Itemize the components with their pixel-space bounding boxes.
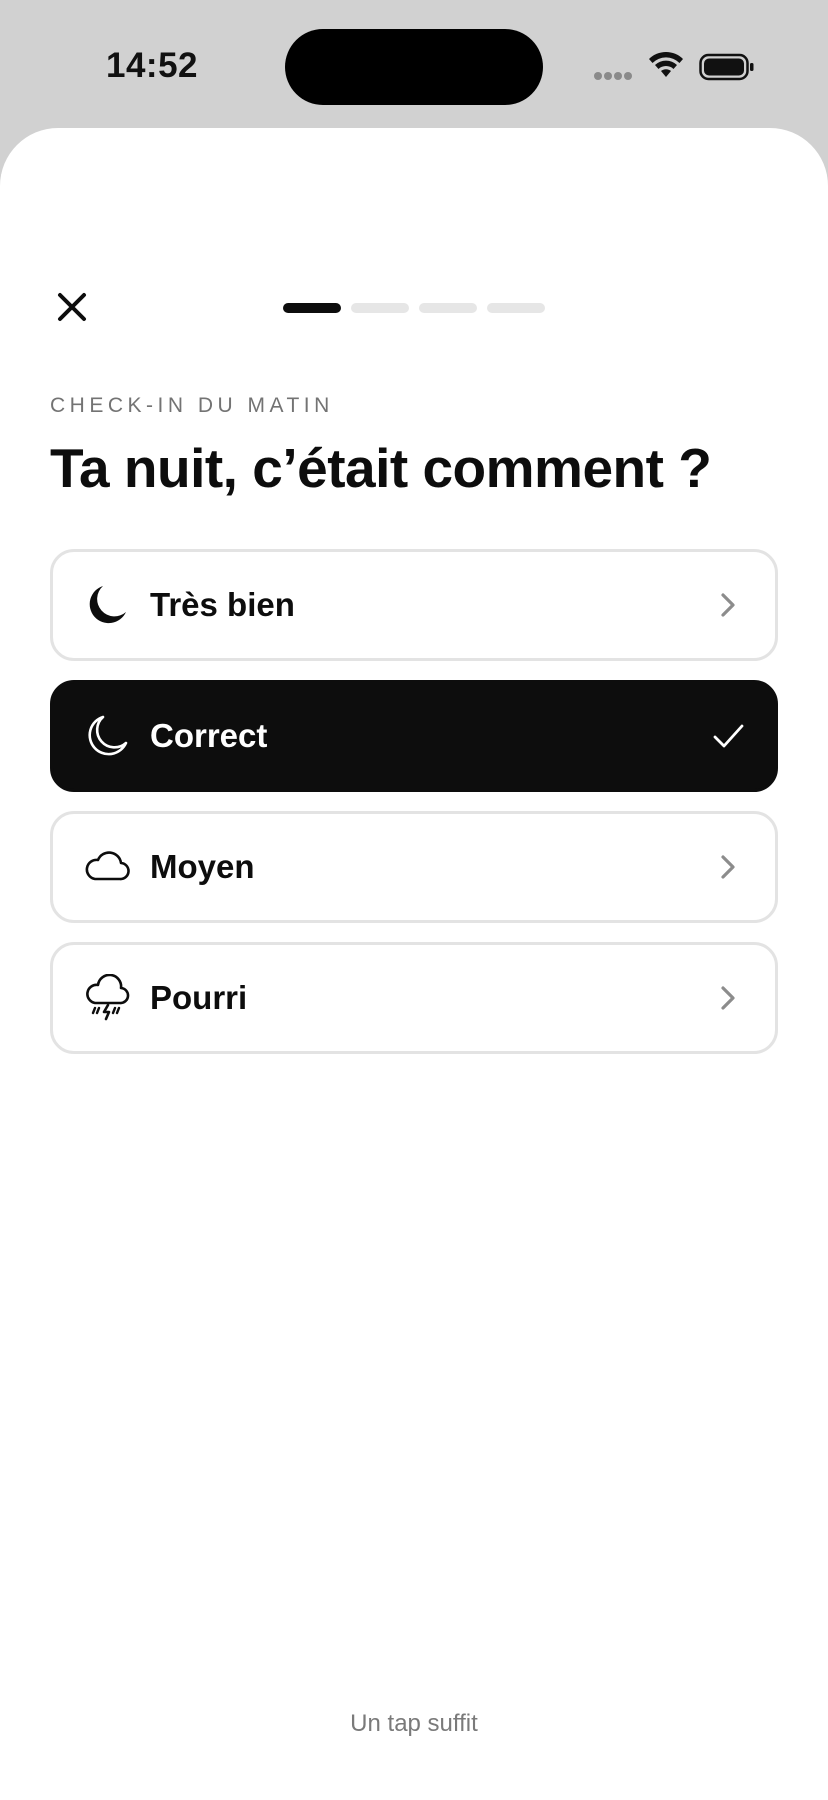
status-bar: 14:52 [0, 0, 828, 128]
close-button[interactable] [50, 285, 94, 329]
chevron-right-icon [721, 855, 735, 879]
close-icon [58, 293, 86, 321]
status-time: 14:52 [106, 46, 199, 85]
wifi-icon [649, 51, 683, 77]
cloud-storm-icon [86, 974, 130, 1021]
cloud-icon [85, 851, 130, 881]
option-correct[interactable]: Correct [50, 680, 778, 792]
option-pourri[interactable]: Pourri [50, 942, 778, 1054]
progress-step-3 [419, 303, 477, 313]
cellular-signal-icon [594, 72, 634, 82]
page-title: Ta nuit, c’était comment ? [50, 437, 712, 499]
progress-step-1 [283, 303, 341, 313]
chevron-right-icon [721, 593, 735, 617]
progress-step-4 [487, 303, 545, 313]
option-moyen[interactable]: Moyen [50, 811, 778, 923]
option-label: Correct [150, 717, 268, 754]
progress-step-2 [351, 303, 409, 313]
battery-icon [699, 53, 754, 81]
option-tres-bien[interactable]: Très bien [50, 549, 778, 661]
footer-hint: Un tap suffit [350, 1710, 478, 1737]
option-label: Pourri [150, 979, 248, 1016]
checkmark-icon [713, 724, 744, 748]
option-label: Très bien [150, 586, 295, 623]
moon-filled-icon [89, 586, 126, 624]
option-label: Moyen [150, 848, 255, 885]
chevron-right-icon [721, 986, 735, 1010]
dynamic-island [285, 29, 543, 105]
moon-outline-icon [88, 715, 128, 756]
step-progress [283, 303, 545, 313]
section-eyebrow: CHECK-IN DU MATIN [50, 394, 334, 417]
